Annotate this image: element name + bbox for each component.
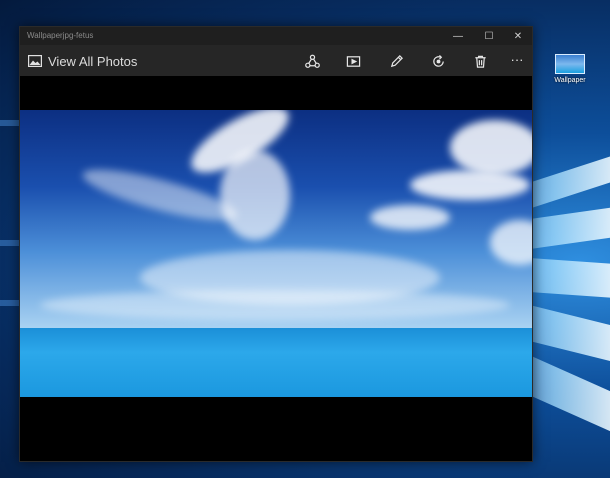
share-icon <box>304 54 320 68</box>
delete-button[interactable] <box>470 51 490 71</box>
more-button[interactable]: ··· <box>507 49 527 69</box>
cloud <box>370 205 450 230</box>
pencil-icon <box>390 54 403 67</box>
view-all-photos-label: View All Photos <box>48 53 138 69</box>
trash-icon <box>474 55 486 68</box>
title-bar[interactable]: Wallpaperjpg-fetus — ☐ ✕ <box>20 27 532 45</box>
cloud <box>450 120 532 175</box>
desktop-icon-wallpaper[interactable]: Wallpaper <box>548 54 592 84</box>
edit-button[interactable] <box>386 51 406 71</box>
slideshow-icon <box>346 55 360 67</box>
image-file-icon <box>555 54 585 74</box>
close-button[interactable]: ✕ <box>504 27 532 45</box>
photo-viewer[interactable] <box>20 76 532 461</box>
sea <box>20 328 532 397</box>
rotate-icon <box>432 54 444 67</box>
cloud <box>220 150 290 240</box>
photo-image <box>20 110 532 397</box>
slideshow-button[interactable] <box>343 51 363 71</box>
maximize-button[interactable]: ☐ <box>475 27 503 45</box>
rotate-button[interactable] <box>428 51 448 71</box>
window-title: Wallpaperjpg-fetus <box>27 31 94 40</box>
photos-app-window: Wallpaperjpg-fetus — ☐ ✕ View All Photos <box>19 26 533 462</box>
photos-icon <box>28 55 42 67</box>
cloud <box>410 170 530 200</box>
minimize-button[interactable]: — <box>444 27 472 45</box>
toolbar: View All Photos ··· <box>20 45 532 76</box>
desktop-icon-label: Wallpaper <box>554 77 586 84</box>
view-all-photos-button[interactable]: View All Photos <box>28 52 137 70</box>
share-button[interactable] <box>302 51 322 71</box>
cloud <box>40 290 510 320</box>
